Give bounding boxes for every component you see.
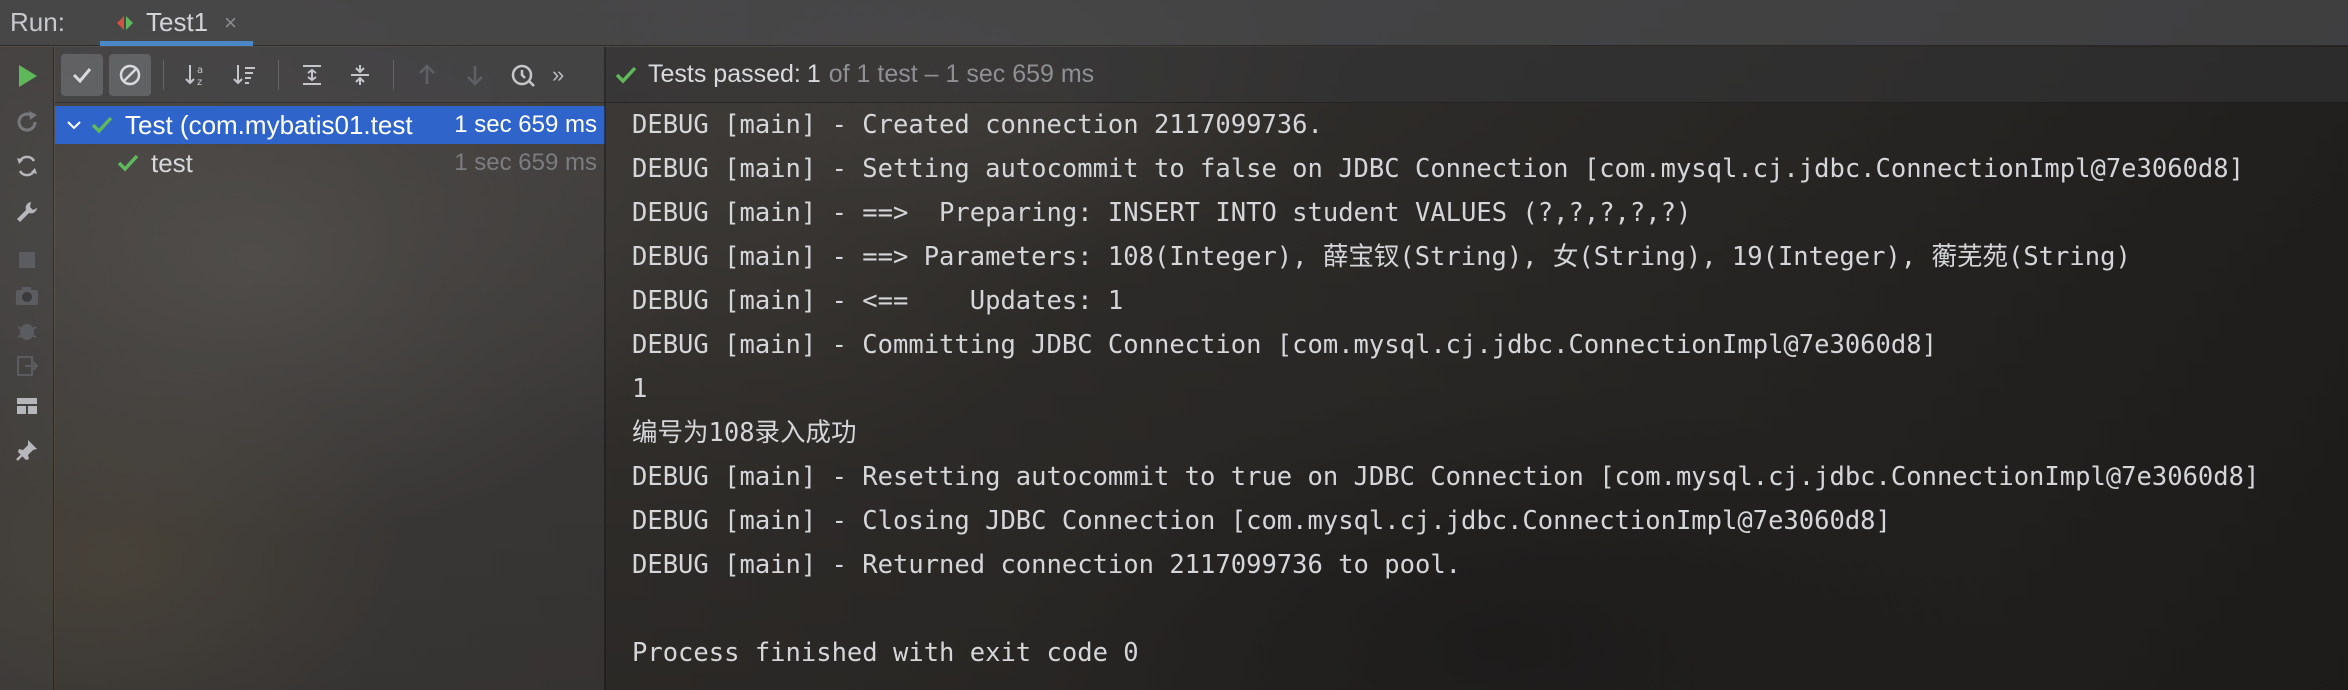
collapse-all-icon[interactable] bbox=[339, 54, 381, 96]
test-tree-toolbar: az » bbox=[55, 47, 605, 103]
close-icon[interactable]: × bbox=[224, 10, 237, 36]
check-icon bbox=[614, 64, 638, 86]
test-status-bar: Tests passed: 1 of 1 test – 1 sec 659 ms bbox=[606, 47, 2348, 103]
console-output[interactable]: DEBUG [main] - Created connection 211709… bbox=[632, 103, 2259, 675]
sort-alpha-icon[interactable]: az bbox=[176, 54, 218, 96]
test-tree-panel: az » Test (com.mybatis01.test 1 sec 659 … bbox=[55, 47, 605, 690]
tree-node-duration: 1 sec 659 ms bbox=[454, 111, 597, 138]
console-panel: Tests passed: 1 of 1 test – 1 sec 659 ms… bbox=[606, 47, 2348, 690]
toolbar-separator bbox=[278, 59, 279, 90]
toolbar-separator bbox=[163, 59, 164, 90]
console-line: Process finished with exit code 0 bbox=[632, 638, 1139, 668]
tests-passed-count: 1 bbox=[806, 60, 821, 88]
tests-passed-label: Tests passed: bbox=[648, 60, 801, 88]
more-actions-icon[interactable]: » bbox=[552, 62, 564, 88]
console-line: DEBUG [main] - <== Updates: 1 bbox=[632, 286, 1124, 316]
stop-icon[interactable] bbox=[8, 241, 46, 279]
console-line: DEBUG [main] - Returned connection 21170… bbox=[632, 550, 1462, 580]
check-icon bbox=[113, 152, 143, 174]
chevron-down-icon[interactable] bbox=[61, 119, 87, 131]
settings-wrench-icon[interactable] bbox=[8, 193, 46, 231]
next-failed-icon[interactable] bbox=[454, 54, 496, 96]
console-line: DEBUG [main] - Committing JDBC Connectio… bbox=[632, 330, 1937, 360]
toolbar-separator bbox=[393, 59, 394, 90]
tests-summary: of 1 test – 1 sec 659 ms bbox=[828, 60, 1095, 88]
exit-icon[interactable] bbox=[8, 347, 46, 385]
layout-icon[interactable] bbox=[8, 387, 46, 425]
console-line: DEBUG [main] - Setting autocommit to fal… bbox=[632, 154, 2244, 184]
camera-icon[interactable] bbox=[8, 277, 46, 315]
prev-failed-icon[interactable] bbox=[406, 54, 448, 96]
tree-node-label: Test (com.mybatis01.test bbox=[125, 109, 413, 140]
svg-text:z: z bbox=[197, 77, 202, 88]
tab-title: Test1 bbox=[146, 7, 209, 37]
console-line: DEBUG [main] - ==> Parameters: 108(Integ… bbox=[632, 242, 2131, 272]
pin-icon[interactable] bbox=[8, 431, 46, 469]
console-line: DEBUG [main] - Resetting autocommit to t… bbox=[632, 462, 2260, 492]
tree-node-test-method[interactable]: test 1 sec 659 ms bbox=[55, 144, 605, 182]
svg-text:a: a bbox=[197, 65, 203, 76]
console-line: DEBUG [main] - ==> Preparing: INSERT INT… bbox=[632, 198, 1692, 228]
show-passed-icon[interactable] bbox=[61, 53, 103, 96]
console-line: 编号为108录入成功 bbox=[632, 418, 857, 448]
run-side-toolbar bbox=[0, 47, 54, 690]
tab-test1[interactable]: Test1 × bbox=[100, 0, 254, 46]
console-line: DEBUG [main] - Closing JDBC Connection [… bbox=[632, 506, 1891, 536]
check-icon bbox=[87, 114, 117, 136]
run-label: Run: bbox=[10, 7, 65, 37]
console-line: DEBUG [main] - Created connection 211709… bbox=[632, 110, 1323, 140]
toggle-auto-test-icon[interactable] bbox=[8, 147, 46, 185]
run-config-icon bbox=[114, 12, 136, 34]
rerun-failed-icon[interactable] bbox=[8, 103, 46, 141]
tree-node-test-class[interactable]: Test (com.mybatis01.test 1 sec 659 ms bbox=[55, 106, 605, 144]
console-line: 1 bbox=[632, 374, 648, 404]
expand-all-icon[interactable] bbox=[291, 54, 333, 96]
run-tool-window-header: Run: Test1 × bbox=[0, 0, 2348, 46]
debug-icon[interactable] bbox=[8, 311, 46, 349]
show-ignored-icon[interactable] bbox=[109, 53, 151, 96]
tree-node-duration: 1 sec 659 ms bbox=[454, 149, 597, 176]
history-icon[interactable] bbox=[502, 54, 544, 96]
sort-duration-icon[interactable] bbox=[224, 54, 266, 96]
tree-node-label: test bbox=[151, 147, 193, 178]
rerun-icon[interactable] bbox=[8, 57, 46, 95]
